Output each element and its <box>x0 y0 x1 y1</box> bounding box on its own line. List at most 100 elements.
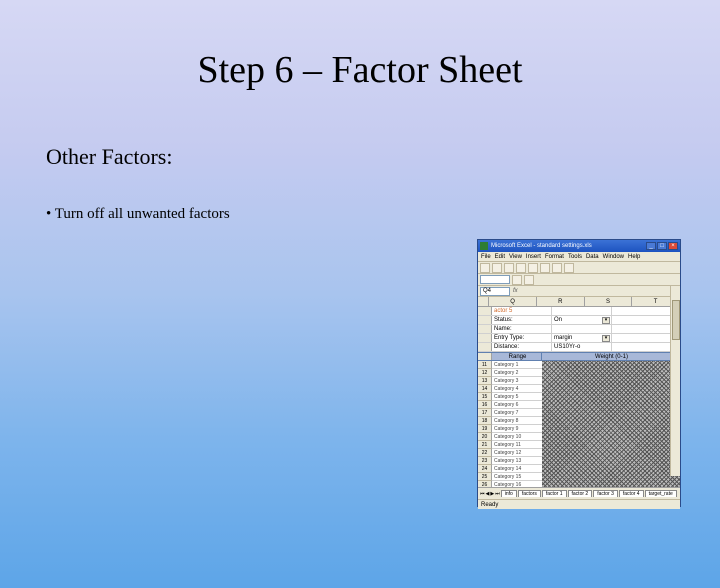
row-header[interactable] <box>478 334 492 342</box>
undo-icon[interactable] <box>564 263 574 273</box>
menu-data[interactable]: Data <box>586 254 599 260</box>
row-header[interactable]: 25 <box>478 473 492 481</box>
row-header[interactable] <box>478 316 492 324</box>
category-cell[interactable]: Category 8 <box>492 417 542 425</box>
row-header[interactable]: 19 <box>478 425 492 433</box>
entrytype-dropdown[interactable]: margin▾ <box>552 334 612 342</box>
save-icon[interactable] <box>504 263 514 273</box>
tab-nav-next-icon[interactable]: ▶ <box>490 491 494 497</box>
vertical-scrollbar[interactable] <box>670 286 680 476</box>
menu-tools[interactable]: Tools <box>568 254 582 260</box>
row-header[interactable]: 21 <box>478 441 492 449</box>
sheet-tab[interactable]: factors <box>518 490 541 497</box>
menu-window[interactable]: Window <box>603 254 624 260</box>
menu-edit[interactable]: Edit <box>495 254 505 260</box>
category-cell[interactable]: Category 1 <box>492 361 542 369</box>
row-header[interactable]: 16 <box>478 401 492 409</box>
dropdown-arrow-icon[interactable]: ▾ <box>602 335 610 342</box>
row-header[interactable]: 26 <box>478 481 492 487</box>
col-q[interactable]: Q <box>489 297 537 306</box>
sheet-tab[interactable]: factor 2 <box>568 490 593 497</box>
tab-nav-first-icon[interactable]: ⏮ <box>480 491 485 497</box>
sheet-area[interactable]: Q R S T actor 5 Status: On▾ Name: <box>478 297 680 487</box>
row-header[interactable]: 24 <box>478 465 492 473</box>
sheet-tab[interactable]: info <box>501 490 517 497</box>
row-header[interactable]: 22 <box>478 449 492 457</box>
category-cell[interactable]: Category 13 <box>492 457 542 465</box>
titlebar: Microsoft Excel - standard settings.xls … <box>478 240 680 252</box>
maximize-button[interactable]: □ <box>657 242 667 250</box>
copy-icon[interactable] <box>540 263 550 273</box>
paste-icon[interactable] <box>552 263 562 273</box>
category-cell[interactable]: Category 3 <box>492 377 542 385</box>
category-cell[interactable]: Category 9 <box>492 425 542 433</box>
print-icon[interactable] <box>516 263 526 273</box>
cell-label[interactable]: Entry Type: <box>492 334 552 342</box>
status-bar: Ready <box>478 499 680 509</box>
cell-label[interactable]: Name: <box>492 325 552 333</box>
cell-label[interactable]: Distance: <box>492 343 552 351</box>
fx-icon[interactable]: fx <box>513 288 518 294</box>
italic-icon[interactable] <box>524 275 534 285</box>
row-header[interactable]: 11 <box>478 361 492 369</box>
row-header[interactable]: 20 <box>478 433 492 441</box>
menu-view[interactable]: View <box>509 254 522 260</box>
name-box[interactable]: Q4 <box>480 287 510 296</box>
scroll-thumb[interactable] <box>672 300 680 340</box>
hatched-cells[interactable] <box>542 361 680 487</box>
col-r[interactable]: R <box>537 297 585 306</box>
category-cell[interactable]: Category 7 <box>492 409 542 417</box>
category-cell[interactable]: Category 10 <box>492 433 542 441</box>
col-s[interactable]: S <box>585 297 633 306</box>
row-header[interactable]: 15 <box>478 393 492 401</box>
cell-factor-title[interactable]: actor 5 <box>492 307 552 315</box>
header-weight: Weight (0-1) <box>542 353 680 360</box>
category-cell[interactable]: Category 5 <box>492 393 542 401</box>
row-header[interactable]: 18 <box>478 417 492 425</box>
standard-toolbar <box>478 262 680 274</box>
category-cell[interactable]: Category 14 <box>492 465 542 473</box>
menu-insert[interactable]: Insert <box>526 254 541 260</box>
cell-label[interactable]: Status: <box>492 316 552 324</box>
tab-nav-prev-icon[interactable]: ◀ <box>486 491 490 497</box>
close-button[interactable]: × <box>668 242 678 250</box>
menu-file[interactable]: File <box>481 254 491 260</box>
row-header[interactable]: 12 <box>478 369 492 377</box>
row-header[interactable] <box>478 343 492 351</box>
row-header[interactable] <box>478 307 492 315</box>
category-cell[interactable]: Category 15 <box>492 473 542 481</box>
category-cell[interactable]: Category 4 <box>492 385 542 393</box>
row-header[interactable]: 23 <box>478 457 492 465</box>
select-all-corner[interactable] <box>478 297 489 306</box>
sheet-tab[interactable]: factor 1 <box>542 490 567 497</box>
category-cell[interactable]: Category 12 <box>492 449 542 457</box>
row-header[interactable]: 17 <box>478 409 492 417</box>
excel-window: Microsoft Excel - standard settings.xls … <box>477 239 681 507</box>
cell-value[interactable] <box>552 325 612 333</box>
cell-value[interactable]: US10Yr-o <box>552 343 612 351</box>
tab-nav-last-icon[interactable]: ⏭ <box>495 491 500 497</box>
dropdown-arrow-icon[interactable]: ▾ <box>602 317 610 324</box>
sheet-tab[interactable]: target_rate <box>645 490 677 497</box>
menu-help[interactable]: Help <box>628 254 640 260</box>
row-header[interactable] <box>478 325 492 333</box>
category-cell[interactable]: Category 2 <box>492 369 542 377</box>
minimize-button[interactable]: _ <box>646 242 656 250</box>
sheet-tab[interactable]: factor 4 <box>619 490 644 497</box>
category-cell[interactable]: Category 6 <box>492 401 542 409</box>
status-dropdown[interactable]: On▾ <box>552 316 612 324</box>
open-icon[interactable] <box>492 263 502 273</box>
menu-format[interactable]: Format <box>545 254 564 260</box>
cut-icon[interactable] <box>528 263 538 273</box>
sheet-tab[interactable]: factor 3 <box>593 490 618 497</box>
category-cell[interactable]: Category 16 <box>492 481 542 487</box>
row-header[interactable]: 13 <box>478 377 492 385</box>
column-headers: Q R S T <box>478 297 680 307</box>
new-icon[interactable] <box>480 263 490 273</box>
font-select[interactable] <box>480 275 510 284</box>
row-header[interactable]: 14 <box>478 385 492 393</box>
bold-icon[interactable] <box>512 275 522 285</box>
slide-title: Step 6 – Factor Sheet <box>0 48 720 92</box>
category-grid[interactable]: 1112131415161718192021222324252627 Categ… <box>478 361 680 487</box>
category-cell[interactable]: Category 11 <box>492 441 542 449</box>
